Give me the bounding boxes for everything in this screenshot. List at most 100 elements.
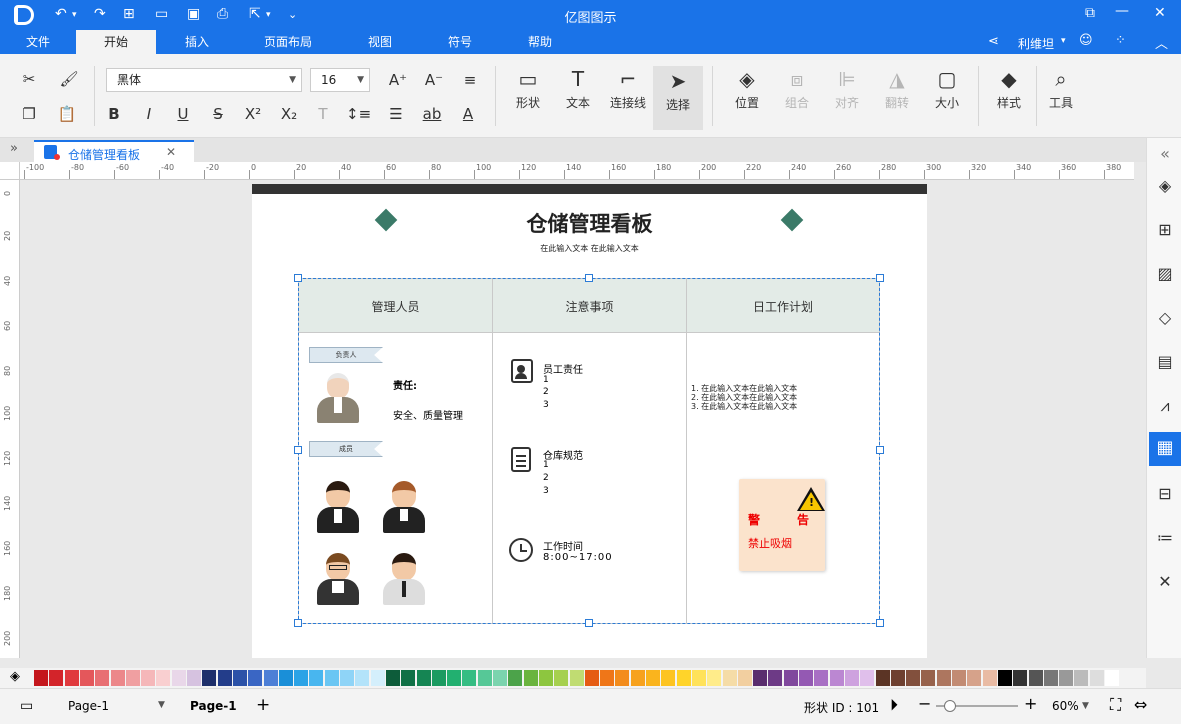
position-button[interactable]: ◈ 位置 [724, 64, 770, 128]
color-swatch[interactable] [416, 670, 431, 686]
zoom-out-icon[interactable]: − [918, 694, 931, 713]
cut-icon[interactable]: ✂ [17, 67, 41, 91]
close-icon[interactable]: ✕ [1154, 5, 1166, 21]
color-swatch[interactable] [508, 670, 523, 686]
color-swatch[interactable] [921, 670, 936, 686]
line-spacing-icon[interactable]: ↕≡ [346, 102, 371, 126]
color-swatch[interactable] [232, 670, 247, 686]
color-swatch[interactable] [753, 670, 768, 686]
menu-symbol[interactable]: 符号 [434, 30, 486, 54]
resize-handle[interactable] [876, 274, 884, 282]
zoom-in-icon[interactable]: + [1024, 694, 1037, 713]
color-swatch[interactable] [554, 670, 569, 686]
font-family-select[interactable]: 黑体 ▼ [106, 68, 302, 92]
apps-icon[interactable]: ⁘ [1115, 33, 1126, 48]
color-swatch[interactable] [630, 670, 645, 686]
document-tab[interactable]: 仓储管理看板 ✕ [34, 140, 194, 162]
color-swatch[interactable] [324, 670, 339, 686]
layers-icon[interactable]: ◇ [1153, 306, 1177, 330]
fill-bucket-icon[interactable]: ◈ [10, 669, 20, 684]
chart-icon[interactable]: ⩘ [1153, 394, 1177, 418]
close-tab-icon[interactable]: ✕ [166, 145, 176, 159]
collapse-ribbon-icon[interactable]: ︿ [1155, 33, 1168, 52]
page-panel-icon[interactable]: ▭ [20, 698, 33, 714]
color-swatch[interactable] [1059, 670, 1074, 686]
color-swatch[interactable] [49, 670, 64, 686]
resize-handle[interactable] [294, 446, 302, 454]
color-swatch[interactable] [370, 670, 385, 686]
menu-page-layout[interactable]: 页面布局 [254, 30, 322, 54]
color-swatch[interactable] [95, 670, 110, 686]
menu-view[interactable]: 视图 [354, 30, 406, 54]
bold-icon[interactable]: B [102, 102, 126, 126]
expand-library-icon[interactable]: » [10, 141, 18, 156]
color-swatch[interactable] [906, 670, 921, 686]
color-swatch[interactable] [523, 670, 538, 686]
resize-handle[interactable] [294, 619, 302, 627]
font-grow-icon[interactable]: A⁺ [386, 68, 410, 92]
color-swatch[interactable] [401, 670, 416, 686]
highlight-icon[interactable]: ab [420, 102, 444, 126]
color-swatch[interactable] [34, 670, 48, 686]
color-swatch[interactable] [676, 670, 691, 686]
board-subtitle[interactable]: 在此输入文本 在此输入文本 [252, 243, 927, 254]
color-swatch[interactable] [1043, 670, 1058, 686]
color-swatch[interactable] [768, 670, 783, 686]
color-swatch[interactable] [340, 670, 354, 686]
resize-handle[interactable] [585, 274, 593, 282]
drawing-canvas[interactable]: 仓储管理看板 在此输入文本 在此输入文本 管理人员 注意事项 日工作计划 负责人… [20, 180, 1134, 658]
user-name[interactable]: 利维坦 [1018, 35, 1054, 52]
color-swatch[interactable] [722, 670, 737, 686]
resize-handle[interactable] [876, 446, 884, 454]
resize-handle[interactable] [585, 619, 593, 627]
bullets-icon[interactable]: ☰ [384, 102, 408, 126]
strikethrough-icon[interactable]: S [206, 102, 230, 126]
color-swatch[interactable] [156, 670, 171, 686]
style-button[interactable]: ◆ 样式 [986, 64, 1032, 128]
menu-file[interactable]: 文件 [14, 30, 62, 54]
collapse-panel-icon[interactable]: « [1153, 142, 1177, 166]
color-swatch[interactable] [967, 670, 982, 686]
color-swatch[interactable] [860, 670, 875, 686]
fit-page-icon[interactable]: ⛶ [1110, 695, 1121, 715]
font-color-icon[interactable]: A [456, 102, 480, 126]
color-swatch[interactable] [936, 670, 951, 686]
underline-icon[interactable]: U [171, 102, 195, 126]
color-swatch[interactable] [477, 670, 492, 686]
color-swatch[interactable] [952, 670, 966, 686]
color-swatch[interactable] [691, 670, 706, 686]
fill-icon[interactable]: ◈ [1153, 174, 1177, 198]
color-swatch[interactable] [997, 670, 1012, 686]
resize-handle[interactable] [294, 274, 302, 282]
color-swatch[interactable] [615, 670, 630, 686]
color-swatch[interactable] [600, 670, 615, 686]
font-size-select[interactable]: 16 ▼ [310, 68, 370, 92]
color-swatch[interactable] [278, 670, 293, 686]
image-icon[interactable]: ▨ [1153, 262, 1177, 286]
tools-button[interactable]: ⌕ 工具 [1038, 64, 1084, 128]
data-panel-active[interactable]: ▦ [1149, 432, 1181, 466]
superscript-icon[interactable]: X² [241, 102, 265, 126]
gantt-icon[interactable]: ≔ [1153, 526, 1177, 550]
board-title[interactable]: 仓储管理看板 [252, 208, 927, 238]
paste-icon[interactable]: 📋 [55, 102, 79, 126]
color-swatch[interactable] [646, 670, 660, 686]
select-button[interactable]: ➤ 选择 [653, 66, 703, 130]
color-swatch[interactable] [569, 670, 584, 686]
color-swatch[interactable] [171, 670, 186, 686]
color-swatch[interactable] [783, 670, 798, 686]
page-tab[interactable]: Page-1 [190, 699, 237, 713]
color-swatch[interactable] [462, 670, 477, 686]
font-shrink-icon[interactable]: A⁻ [422, 68, 446, 92]
color-swatch[interactable] [1105, 670, 1119, 686]
templates-icon[interactable]: ⊞ [1153, 218, 1177, 242]
zoom-level[interactable]: 60% [1052, 699, 1079, 713]
color-swatch[interactable] [799, 670, 813, 686]
subscript-icon[interactable]: X₂ [277, 102, 301, 126]
color-swatch[interactable] [217, 670, 232, 686]
color-swatch[interactable] [141, 670, 156, 686]
menu-home[interactable]: 开始 [76, 30, 156, 54]
color-swatch[interactable] [1013, 670, 1028, 686]
page-icon[interactable]: ▤ [1153, 350, 1177, 374]
color-swatch[interactable] [1089, 670, 1104, 686]
